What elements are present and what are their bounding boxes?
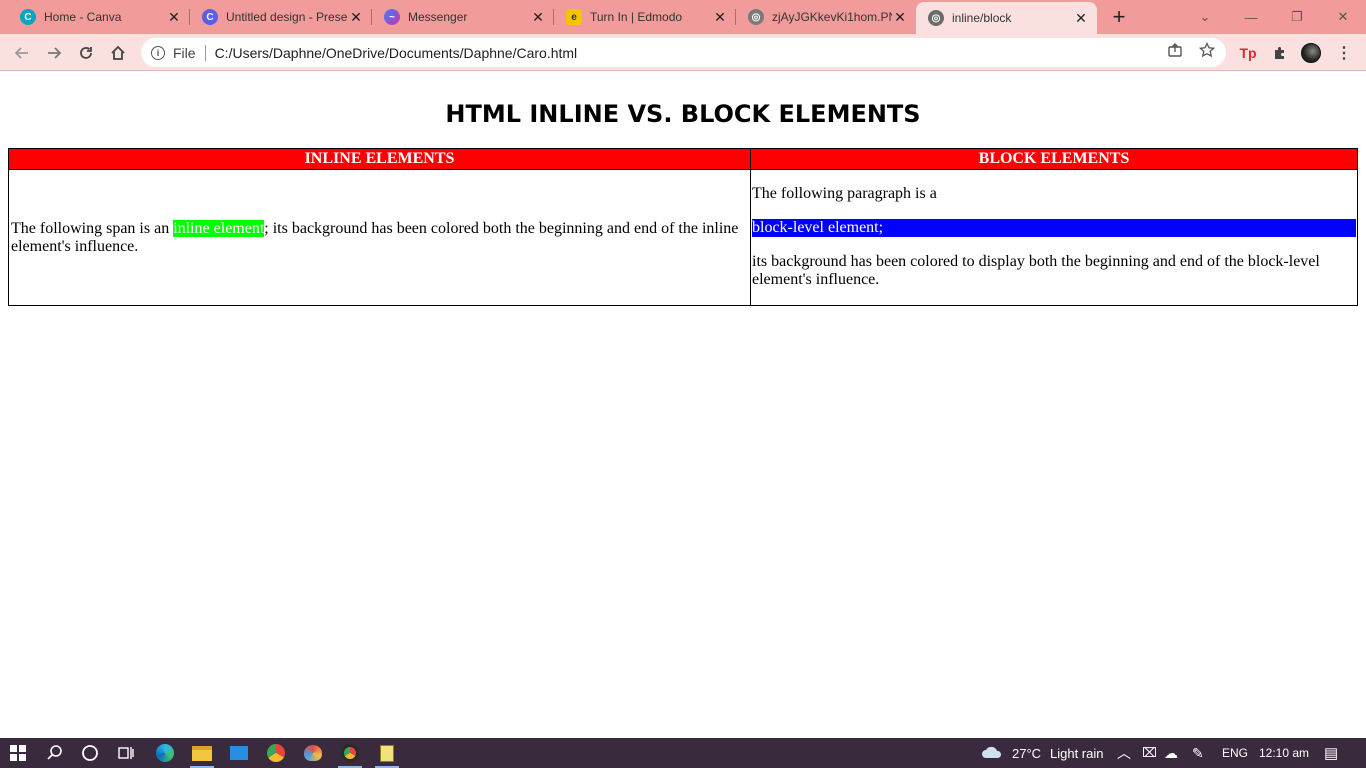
profile-avatar[interactable] [1301,43,1321,63]
tab-edmodo[interactable]: e Turn In | Edmodo ✕ [554,0,736,34]
forward-button[interactable] [42,41,66,65]
close-icon[interactable]: ✕ [892,9,908,25]
globe-icon: ◎ [748,9,764,25]
tab-strip: C Home - Canva ✕ C Untitled design - Pre… [0,0,1366,34]
tab-messenger[interactable]: ~ Messenger ✕ [372,0,554,34]
canva-icon: C [202,9,218,25]
meet-now-icon[interactable]: ⌧ [1142,738,1157,768]
home-button[interactable] [106,41,130,65]
windows-taskbar: 27°C Light rain ︿ ⌧ ☁ ✎ ENG 12:10 am ▤ [0,738,1366,768]
block-example-cell: The following paragraph is a block-level… [750,169,1358,306]
mail-icon[interactable] [227,742,251,764]
browser-toolbar: i File C:/Users/Daphne/OneDrive/Document… [0,34,1366,71]
tab-untitled-design[interactable]: C Untitled design - Presentation ✕ [190,0,372,34]
tab-title: inline/block [952,11,1012,25]
address-url[interactable]: C:/Users/Daphne/OneDrive/Documents/Daphn… [215,45,578,61]
restore-button[interactable]: ❐ [1278,0,1316,34]
messenger-icon: ~ [384,9,400,25]
bookmark-star-icon[interactable] [1198,41,1216,59]
block-paragraph-intro: The following paragraph is a [752,185,937,202]
close-window-button[interactable]: ✕ [1324,0,1362,34]
chrome-icon[interactable] [264,742,288,764]
globe-icon: ◎ [928,10,944,26]
inline-example-cell: The following span is an inline element;… [8,169,751,306]
extension-tp-icon[interactable]: Tp [1238,43,1258,63]
clock-time[interactable]: 12:10 am [1259,738,1309,768]
table-row: The following span is an inline element;… [8,169,1358,306]
header-inline-elements: INLINE ELEMENTS [8,148,751,170]
tab-title: Turn In | Edmodo [590,10,683,24]
weather-description[interactable]: Light rain [1050,738,1103,768]
tab-search-chevron-icon[interactable]: ⌄ [1192,0,1218,34]
block-level-element: block-level element; [752,219,1356,237]
tab-png-image[interactable]: ◎ zjAyJGKkevKi1hom.PNG ✕ [736,0,916,34]
language-indicator[interactable]: ENG [1222,738,1248,768]
reload-button[interactable] [74,41,98,65]
address-bar[interactable]: i File C:/Users/Daphne/OneDrive/Document… [141,38,1226,67]
weather-cloud-icon[interactable] [980,742,1004,764]
file-explorer-icon[interactable] [190,742,214,768]
inline-text-before: The following span is an [11,219,174,237]
onedrive-cloud-icon[interactable]: ☁ [1164,738,1178,768]
close-icon[interactable]: ✕ [530,9,546,25]
close-icon[interactable]: ✕ [348,9,364,25]
edge-icon[interactable] [153,742,177,764]
tab-title: zjAyJGKkevKi1hom.PNG [772,10,892,24]
cortana-icon[interactable] [78,742,102,764]
share-icon[interactable] [1166,41,1184,59]
block-paragraph-outro: its background has been colored to displ… [752,253,1320,288]
header-block-elements: BLOCK ELEMENTS [750,148,1358,170]
notifications-icon[interactable]: ▤ [1324,738,1338,768]
tab-title: Messenger [408,10,468,24]
close-icon[interactable]: ✕ [1073,10,1089,26]
back-button[interactable] [10,41,34,65]
task-view-icon[interactable] [114,742,138,764]
minimize-button[interactable]: — [1232,0,1270,34]
address-divider [204,44,206,61]
notepad-icon[interactable] [375,742,399,768]
show-hidden-icons-chevron-icon[interactable]: ︿ [1117,738,1131,768]
table-header-row: INLINE ELEMENTS BLOCK ELEMENTS [8,148,1358,170]
inline-element-span: inline element [173,219,265,237]
tab-title: Home - Canva [44,10,122,24]
menu-kebab-icon[interactable]: ⋮ [1334,43,1354,63]
extensions-puzzle-icon[interactable] [1270,43,1290,63]
tab-home-canva[interactable]: C Home - Canva ✕ [0,0,190,34]
tab-title: Untitled design - Presentation [226,10,348,24]
page-content: HTML INLINE VS. BLOCK ELEMENTS INLINE EL… [0,72,1366,738]
info-icon[interactable]: i [151,45,165,60]
chrome-active-icon[interactable] [338,742,362,768]
pen-icon[interactable]: ✎ [1192,738,1204,768]
canva-icon: C [20,9,36,25]
close-icon[interactable]: ✕ [712,9,728,25]
edmodo-icon: e [566,9,582,25]
tab-inline-block[interactable]: ◎ inline/block ✕ [916,2,1097,34]
comparison-table: INLINE ELEMENTS BLOCK ELEMENTS The follo… [8,148,1358,306]
search-icon[interactable] [43,742,67,764]
weather-temp[interactable]: 27°C [1012,738,1041,768]
address-scheme: File [173,44,196,61]
new-tab-button[interactable]: + [1106,5,1132,29]
windows-start-icon[interactable] [6,742,30,764]
paint-icon[interactable] [301,742,325,764]
page-heading: HTML INLINE VS. BLOCK ELEMENTS [445,100,921,128]
close-icon[interactable]: ✕ [166,9,182,25]
